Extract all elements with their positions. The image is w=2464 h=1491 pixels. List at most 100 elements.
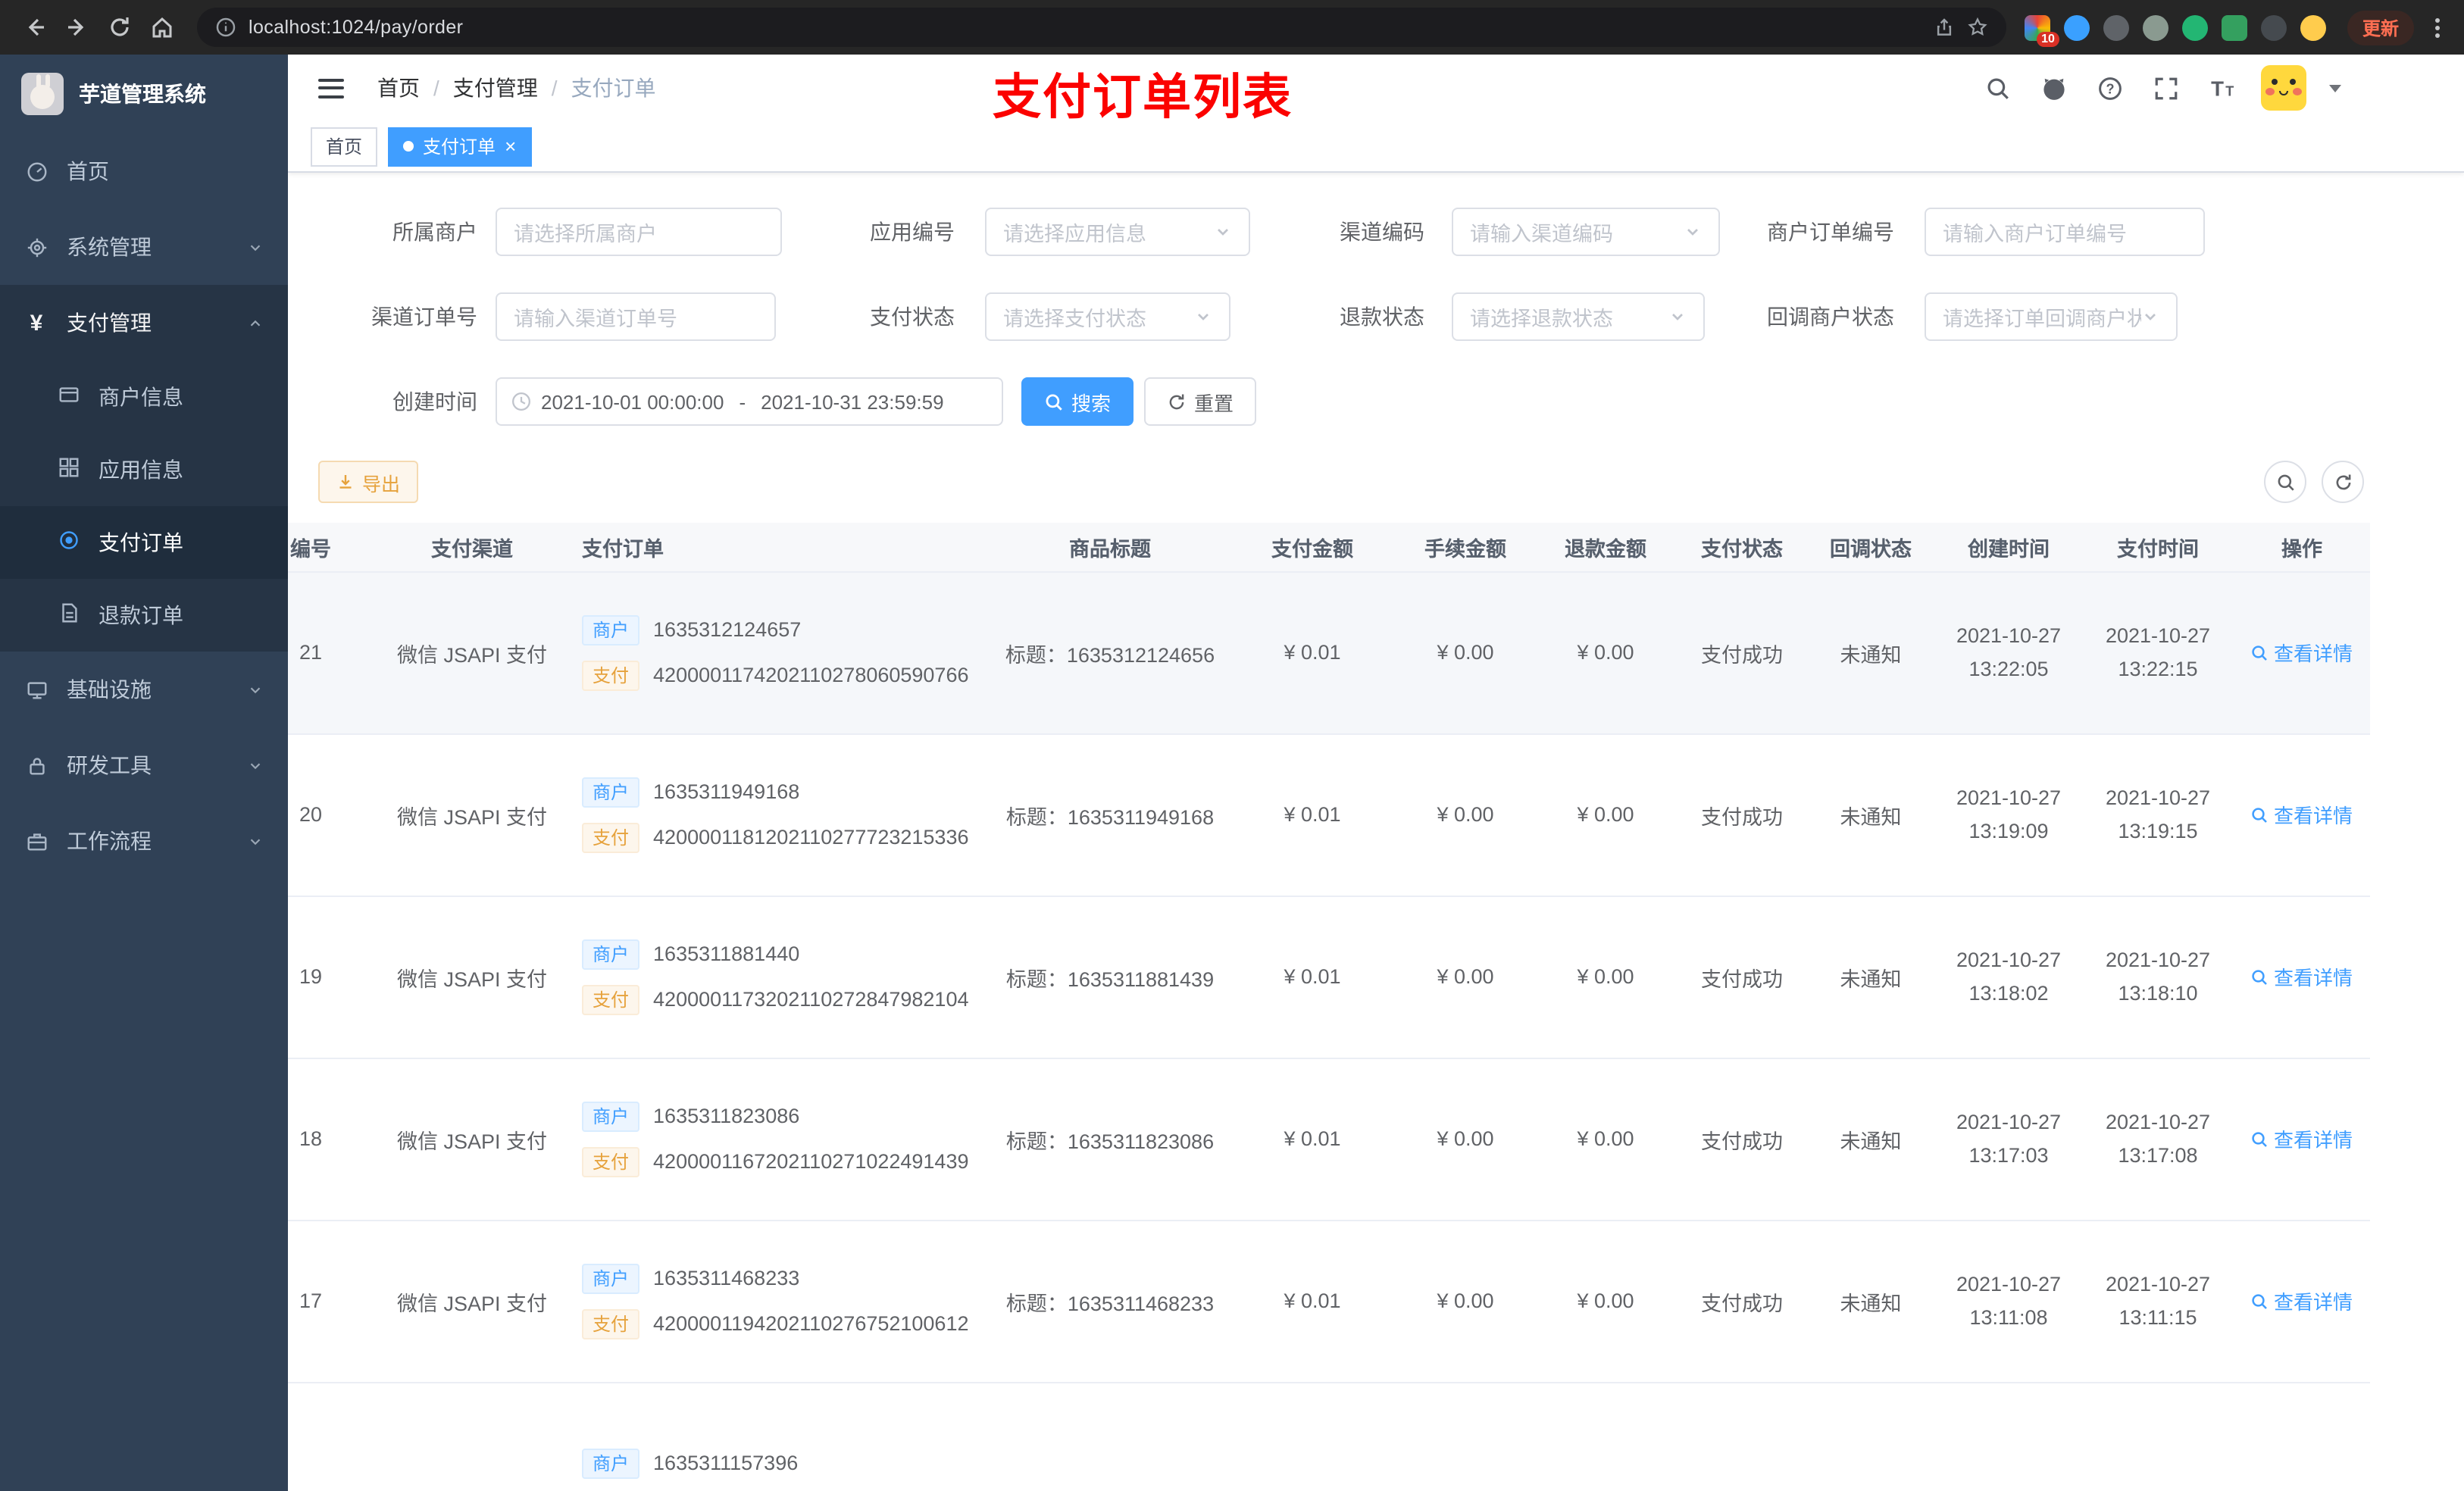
extension-icon-1[interactable]: 10 <box>2024 14 2059 46</box>
table-row[interactable]: 19 微信 JSAPI 支付 商户 1635311881440 支付 4200001… <box>288 896 2370 1058</box>
cell-order: 商户 1635311157396 <box>568 1382 993 1491</box>
extension-icon-7[interactable] <box>2260 14 2287 40</box>
help-icon[interactable]: ? <box>2093 71 2126 105</box>
tab-home[interactable]: 首页 <box>311 127 378 166</box>
close-tab-icon[interactable]: × <box>505 136 516 156</box>
sidebar-item-dev-tools[interactable]: 研发工具 <box>0 727 288 803</box>
cell-pay-time: 2021-10-27 13:22:15 <box>2082 571 2234 734</box>
cell-title: 标题：1635312124656 <box>993 571 1227 734</box>
breadcrumb-home[interactable]: 首页 <box>377 73 420 103</box>
cell-channel: 微信 JSAPI 支付 <box>376 896 568 1058</box>
view-detail-link[interactable]: 查看详情 <box>2251 800 2353 829</box>
sidebar-item-merchant-info[interactable]: 商户信息 <box>0 361 288 433</box>
merchant-select[interactable]: 请选择所属商户 <box>496 208 782 256</box>
cell-id: 21 <box>288 571 376 734</box>
view-detail-link[interactable]: 查看详情 <box>2251 1286 2353 1315</box>
table-row[interactable]: 17 微信 JSAPI 支付 商户 1635311468233 支付 4200001… <box>288 1220 2370 1383</box>
pay-order-no: 4200001174202110278060590766 <box>653 664 969 686</box>
sidebar-item-app-info[interactable]: 应用信息 <box>0 433 288 506</box>
notify-status-select[interactable]: 请选择订单回调商户状态 <box>1925 292 2178 341</box>
channel-code-input[interactable]: 请输入渠道编码 <box>1452 208 1720 256</box>
chevron-down-icon <box>247 833 264 849</box>
cell-order: 商户 1635311949168 支付 4200001181202110277723… <box>568 733 993 896</box>
browser-menu-icon[interactable] <box>2426 11 2449 43</box>
view-detail-link[interactable]: 查看详情 <box>2251 962 2353 991</box>
cell-order: 商户 1635311468233 支付 4200001194202110276752… <box>568 1220 993 1383</box>
view-detail-link[interactable]: 查看详情 <box>2251 638 2353 667</box>
view-detail-link[interactable]: 查看详情 <box>2251 1124 2353 1153</box>
browser-refresh-button[interactable] <box>100 8 139 47</box>
sidebar-item-system[interactable]: 系统管理 <box>0 209 288 285</box>
sidebar-item-refund-order[interactable]: 退款订单 <box>0 579 288 652</box>
cell-order: 商户 1635311823086 支付 4200001167202110271022… <box>568 1058 993 1221</box>
extension-icon-4[interactable] <box>2142 14 2169 40</box>
search-button[interactable]: 搜索 <box>1021 377 1134 426</box>
github-icon[interactable] <box>2037 71 2070 105</box>
font-size-icon[interactable]: TT <box>2205 71 2238 105</box>
pay-tag: 支付 <box>582 1146 640 1177</box>
extension-icon-2[interactable] <box>2063 14 2090 40</box>
fullscreen-icon[interactable] <box>2149 71 2182 105</box>
refresh-table-button[interactable] <box>2322 461 2364 503</box>
browser-home-button[interactable] <box>142 8 182 47</box>
cell-notify-status: 未通知 <box>1806 571 1935 734</box>
sidebar-item-pay-order[interactable]: 支付订单 <box>0 506 288 579</box>
cell-id: 18 <box>288 1058 376 1221</box>
user-avatar[interactable] <box>2261 65 2306 111</box>
chevron-up-icon <box>247 314 264 331</box>
merchant-tag: 商户 <box>582 939 640 969</box>
address-bar[interactable]: localhost:1024/pay/order <box>197 8 2006 47</box>
create-time-range-picker[interactable]: 2021-10-01 00:00:00 - 2021-10-31 23:59:5… <box>496 377 1003 426</box>
extension-icon-8[interactable] <box>2300 14 2326 40</box>
merchant-order-no-input[interactable]: 请输入商户订单编号 <box>1925 208 2205 256</box>
table-row-partial[interactable]: 商户 1635311157396 <box>288 1382 2370 1491</box>
chevron-down-icon <box>1194 308 1212 326</box>
user-menu-caret-icon[interactable] <box>2329 84 2341 92</box>
date-separator: - <box>739 390 746 413</box>
breadcrumb-pay[interactable]: 支付管理 <box>453 73 538 103</box>
sidebar-item-payment[interactable]: ¥ 支付管理 <box>0 285 288 361</box>
tab-pay-order[interactable]: 支付订单 × <box>388 127 532 166</box>
cell-amount: ¥ 0.01 <box>1227 1058 1397 1221</box>
merchant-order-no: 1635311949168 <box>653 780 800 803</box>
pay-tag: 支付 <box>582 660 640 690</box>
table-row[interactable]: 18 微信 JSAPI 支付 商户 1635311823086 支付 4200001… <box>288 1058 2370 1221</box>
navbar-actions: ? TT <box>1981 65 2441 111</box>
page-title-annotation: 支付订单列表 <box>993 70 1293 124</box>
collapse-sidebar-icon[interactable] <box>311 69 352 107</box>
table-row[interactable]: 20 微信 JSAPI 支付 商户 1635311949168 支付 4200001… <box>288 733 2370 896</box>
search-icon[interactable] <box>1981 71 2014 105</box>
share-icon[interactable] <box>1934 17 1955 38</box>
table-header-row: 编号 支付渠道 支付订单 商品标题 支付金额 手续金额 退款金额 支付状态 回调… <box>288 523 2370 572</box>
reset-button[interactable]: 重置 <box>1144 377 1257 426</box>
bookmark-star-icon[interactable] <box>1967 17 1988 38</box>
sidebar-logo[interactable]: 芋道管理系统 <box>0 55 288 133</box>
sidebar-item-workflow[interactable]: 工作流程 <box>0 803 288 879</box>
export-button[interactable]: 导出 <box>318 461 419 503</box>
sidebar-item-infra[interactable]: 基础设施 <box>0 652 288 727</box>
top-navbar: 首页 / 支付管理 / 支付订单 支付订单列表 ? T T <box>288 55 2464 124</box>
cell-refund: ¥ 0.00 <box>1534 1058 1678 1221</box>
browser-forward-button[interactable] <box>58 8 97 47</box>
site-info-icon[interactable] <box>215 17 236 38</box>
svg-text:?: ? <box>2105 80 2113 95</box>
cell-amount: ¥ 0.01 <box>1227 1220 1397 1383</box>
cell-action: 查看详情 <box>2234 896 2370 1058</box>
browser-update-button[interactable]: 更新 <box>2347 10 2414 45</box>
toggle-search-button[interactable] <box>2264 461 2306 503</box>
extension-icon-6[interactable] <box>2221 14 2247 40</box>
channel-order-no-input[interactable]: 请输入渠道订单号 <box>496 292 776 341</box>
pay-order-no: 4200001181202110277723215336 <box>653 826 969 849</box>
pay-status-select[interactable]: 请选择支付状态 <box>985 292 1230 341</box>
app-select[interactable]: 请选择应用信息 <box>985 208 1250 256</box>
cell-id: 17 <box>288 1220 376 1383</box>
extension-icon-5[interactable] <box>2181 14 2208 40</box>
sidebar-item-home[interactable]: 首页 <box>0 133 288 209</box>
briefcase-icon <box>24 829 48 853</box>
active-dot <box>403 141 414 152</box>
table-row[interactable]: 21 微信 JSAPI 支付 商户 1635312124657 支付 4200001… <box>288 571 2370 734</box>
url-text: localhost:1024/pay/order <box>249 17 464 38</box>
extension-icon-3[interactable] <box>2103 14 2129 40</box>
refund-status-select[interactable]: 请选择退款状态 <box>1452 292 1705 341</box>
browser-back-button[interactable] <box>15 8 55 47</box>
